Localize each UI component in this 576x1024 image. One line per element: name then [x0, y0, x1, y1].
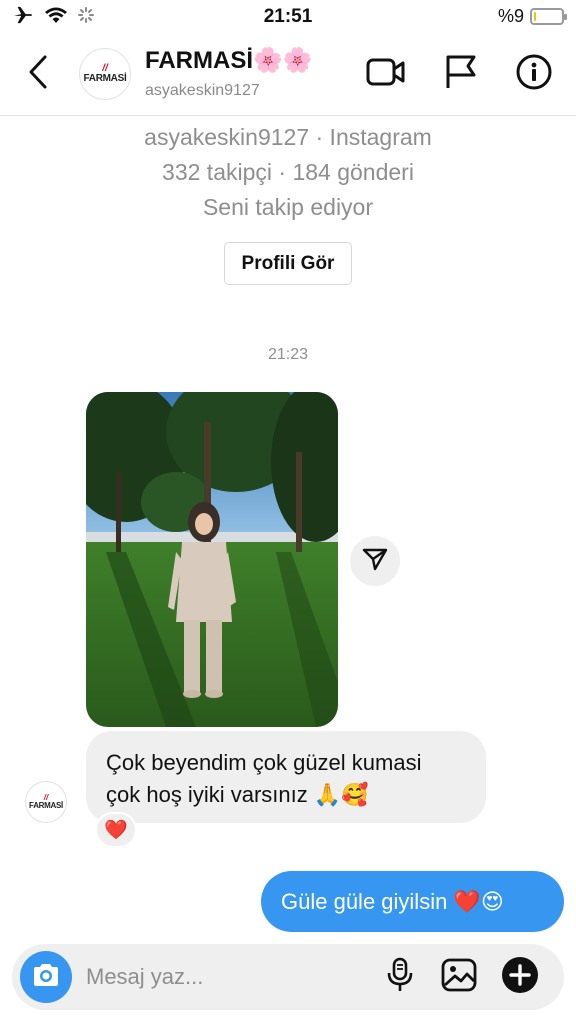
video-call-icon	[366, 56, 406, 93]
status-time: 21:51	[263, 6, 313, 27]
voice-message-button[interactable]	[379, 956, 421, 998]
info-icon	[516, 54, 552, 95]
status-bar: 21:51 %9	[0, 0, 576, 34]
share-post-button[interactable]	[350, 536, 400, 586]
battery-icon	[530, 8, 567, 25]
add-icon	[501, 956, 539, 999]
more-options-button[interactable]	[499, 956, 541, 998]
gallery-icon	[441, 958, 477, 997]
message-input[interactable]	[86, 958, 366, 996]
microphone-icon	[386, 957, 414, 998]
sender-avatar-brand-name: FARMASİ	[29, 800, 63, 810]
camera-icon	[31, 962, 61, 993]
shared-post-image[interactable]	[86, 392, 338, 727]
message-composer	[12, 944, 564, 1010]
back-button[interactable]	[18, 52, 58, 96]
info-button[interactable]	[512, 52, 556, 96]
sender-avatar[interactable]: // FARMASİ	[25, 781, 67, 823]
battery-percent: %9	[497, 6, 524, 26]
flag-icon	[444, 54, 478, 95]
outgoing-message-bubble[interactable]: Güle güle giyilsin ❤️😍	[261, 871, 564, 932]
message-timestamp: 21:23	[267, 346, 309, 363]
profile-username-platform: asyakeskin9127 · Instagram	[144, 124, 432, 150]
status-right: %9	[497, 6, 567, 27]
incoming-message-line-1: Çok beyendim çok güzel kumasi	[106, 750, 422, 775]
gallery-button[interactable]	[438, 956, 480, 998]
back-chevron-icon	[26, 54, 50, 95]
incoming-message-line-2: çok hoş iyiki varsınız 🙏🥰	[106, 782, 369, 807]
video-call-button[interactable]	[364, 52, 408, 96]
avatar[interactable]: // FARMASİ	[79, 48, 131, 100]
brand-logo-mark: //	[102, 62, 108, 74]
view-profile-button[interactable]: Profili Gör	[224, 242, 352, 285]
incoming-message-bubble[interactable]: Çok beyendim çok güzel kumasi çok hoş iy…	[86, 731, 486, 823]
chat-title[interactable]: FARMASİ🌸🌸	[145, 46, 313, 75]
shared-photo-illustration	[86, 392, 338, 727]
chat-header: // FARMASİ FARMASİ🌸🌸 asyakeskin9127	[0, 34, 576, 116]
camera-button[interactable]	[20, 951, 72, 1003]
paper-plane-icon	[362, 547, 388, 576]
profile-stats: 332 takipçi · 184 gönderi	[162, 159, 414, 185]
chat-username: asyakeskin9127	[145, 82, 260, 99]
report-button[interactable]	[439, 52, 483, 96]
battery-level-fill	[534, 12, 536, 21]
heart-reaction[interactable]: ❤️	[95, 812, 137, 848]
profile-follow-status: Seni takip ediyor	[202, 194, 374, 220]
profile-summary: asyakeskin9127 · Instagram 332 takipçi ·…	[0, 120, 576, 225]
avatar-brand-name: FARMASİ	[83, 72, 127, 84]
